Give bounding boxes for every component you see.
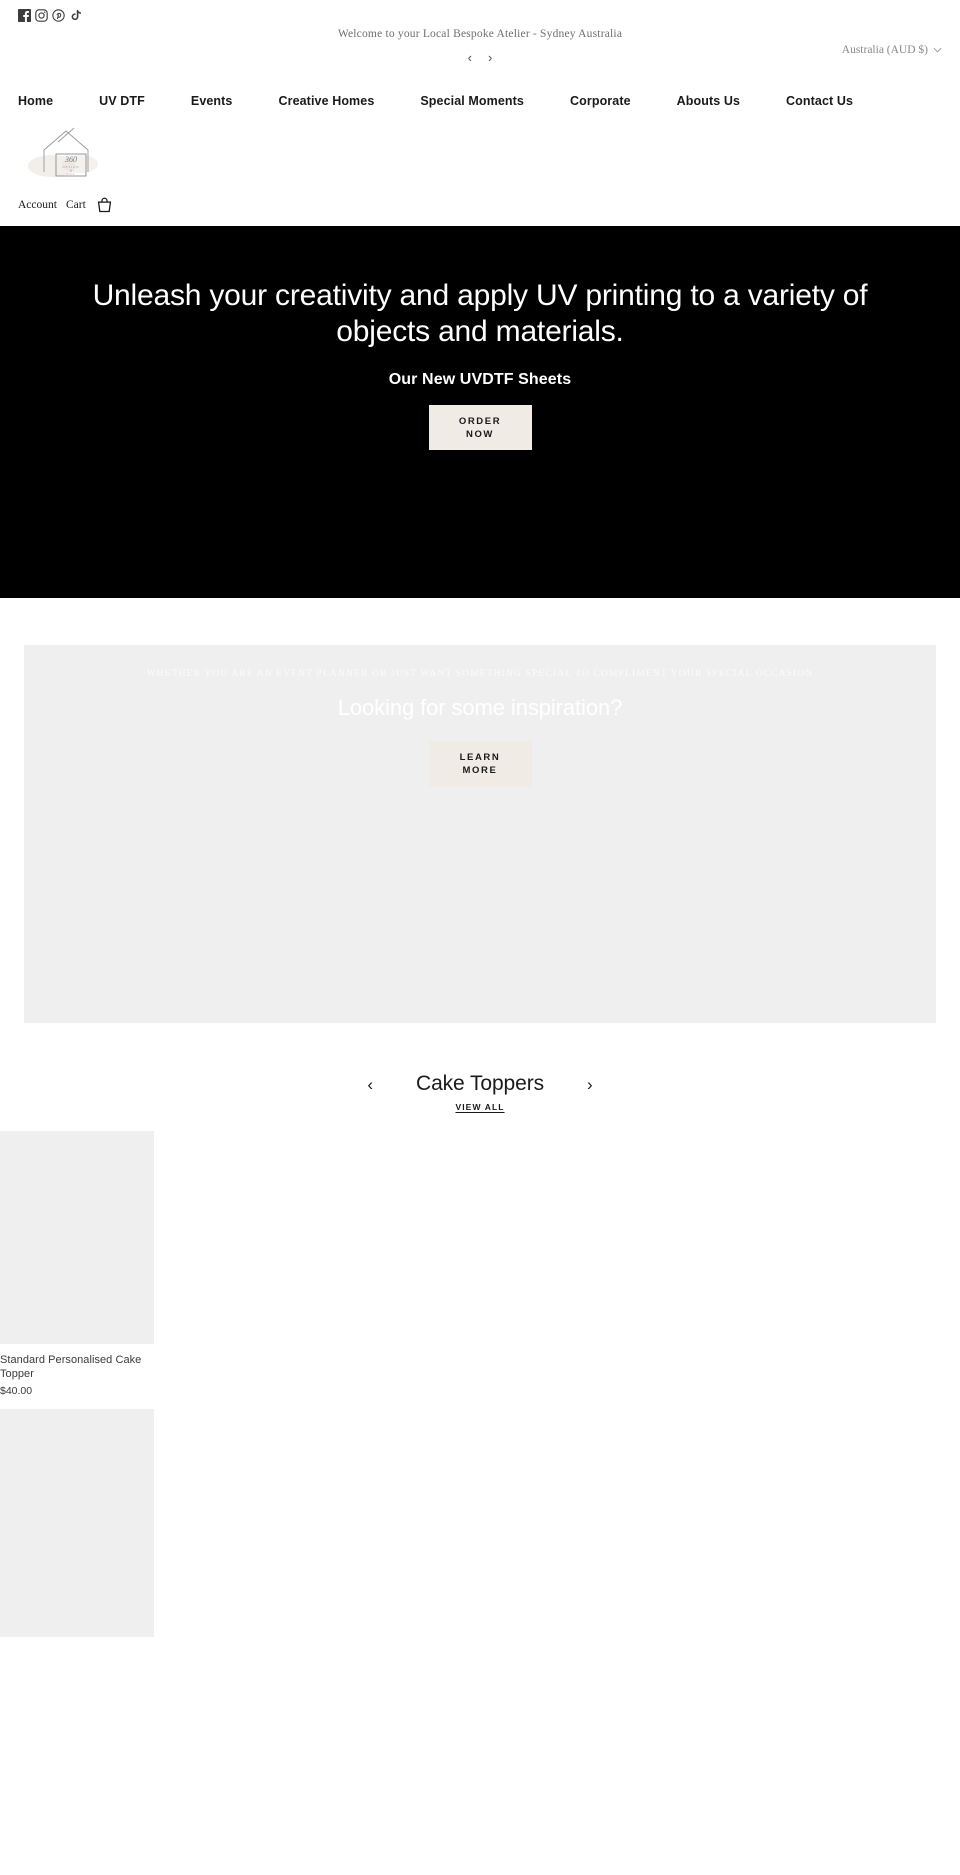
chevron-down-icon: [933, 45, 942, 55]
collection-section: ‹ Cake Toppers › VIEW ALL Standard Perso…: [0, 1072, 960, 1637]
top-bar: Welcome to your Local Bespoke Atelier - …: [0, 0, 960, 66]
collection-next-button[interactable]: ›: [582, 1074, 598, 1095]
announcement-prev-button[interactable]: ‹: [465, 49, 475, 66]
inspiration-section: WHETHER YOU ARE AN EVENT PLANNER OR JUST…: [0, 598, 960, 1023]
announcement-next-button[interactable]: ›: [485, 49, 495, 66]
nav-item-uv-dtf[interactable]: UV DTF: [99, 94, 145, 108]
pinterest-icon[interactable]: [52, 8, 65, 22]
announcement-bar: Welcome to your Local Bespoke Atelier - …: [0, 26, 960, 66]
inspiration-heading: Looking for some inspiration?: [337, 695, 623, 720]
announcement-text: Welcome to your Local Bespoke Atelier - …: [337, 28, 623, 40]
shopping-cart-icon[interactable]: [96, 197, 113, 214]
logo-house-icon: 360 DESIGN & CUT: [22, 124, 108, 188]
collection-prev-button[interactable]: ‹: [362, 1074, 378, 1095]
product-image[interactable]: [0, 1131, 154, 1344]
product-price: $40.00: [0, 1385, 33, 1397]
tiktok-icon[interactable]: [69, 9, 82, 22]
cart-link[interactable]: Cart: [66, 199, 86, 211]
collection-header: ‹ Cake Toppers ›: [0, 1072, 960, 1096]
order-now-label-line2: NOW: [465, 428, 495, 440]
order-now-label-line1: ORDER: [458, 415, 502, 427]
svg-text:360: 360: [64, 155, 77, 164]
announcement-controls: ‹ ›: [0, 49, 960, 66]
inspiration-eyebrow: WHETHER YOU ARE AN EVENT PLANNER OR JUST…: [146, 669, 814, 679]
view-all-link[interactable]: VIEW ALL: [0, 1102, 960, 1112]
product-grid: Standard Personalised Cake Topper $40.00: [0, 1131, 960, 1637]
currency-label: Australia (AUD $): [841, 44, 928, 56]
product-title: Standard Personalised Cake Topper: [0, 1354, 142, 1380]
utility-links: Account Cart: [0, 192, 960, 218]
hero-subheading: Our New UVDTF Sheets: [388, 371, 572, 389]
product-card[interactable]: [0, 1409, 154, 1637]
currency-selector[interactable]: Australia (AUD $): [842, 44, 942, 56]
nav-item-special-moments[interactable]: Special Moments: [420, 94, 524, 108]
learn-more-label-line2: MORE: [462, 764, 498, 776]
hero-heading: Unleash your creativity and apply UV pri…: [92, 279, 868, 348]
nav-item-contact-us[interactable]: Contact Us: [786, 94, 853, 108]
nav-item-home[interactable]: Home: [18, 94, 53, 108]
account-link[interactable]: Account: [18, 199, 57, 211]
nav-item-corporate[interactable]: Corporate: [570, 94, 631, 108]
collection-title: Cake Toppers: [416, 1072, 544, 1095]
facebook-icon[interactable]: [18, 8, 31, 22]
learn-more-label-line1: LEARN: [459, 751, 501, 763]
hero-banner: Unleash your creativity and apply UV pri…: [0, 226, 960, 598]
nav-item-events[interactable]: Events: [191, 94, 233, 108]
order-now-button[interactable]: ORDER NOW: [428, 405, 532, 451]
learn-more-button[interactable]: LEARN MORE: [428, 741, 532, 786]
product-image[interactable]: [0, 1409, 154, 1637]
inspiration-banner: WHETHER YOU ARE AN EVENT PLANNER OR JUST…: [24, 645, 936, 1023]
product-card[interactable]: Standard Personalised Cake Topper $40.00: [0, 1131, 154, 1397]
svg-text:CUT: CUT: [67, 172, 76, 176]
site-logo[interactable]: 360 DESIGN & CUT: [0, 122, 960, 190]
nav-item-creative-homes[interactable]: Creative Homes: [278, 94, 374, 108]
social-links: [0, 6, 960, 24]
nav-item-abouts-us[interactable]: Abouts Us: [677, 94, 740, 108]
instagram-icon[interactable]: [35, 8, 48, 22]
main-navigation: Home UV DTF Events Creative Homes Specia…: [0, 84, 960, 118]
